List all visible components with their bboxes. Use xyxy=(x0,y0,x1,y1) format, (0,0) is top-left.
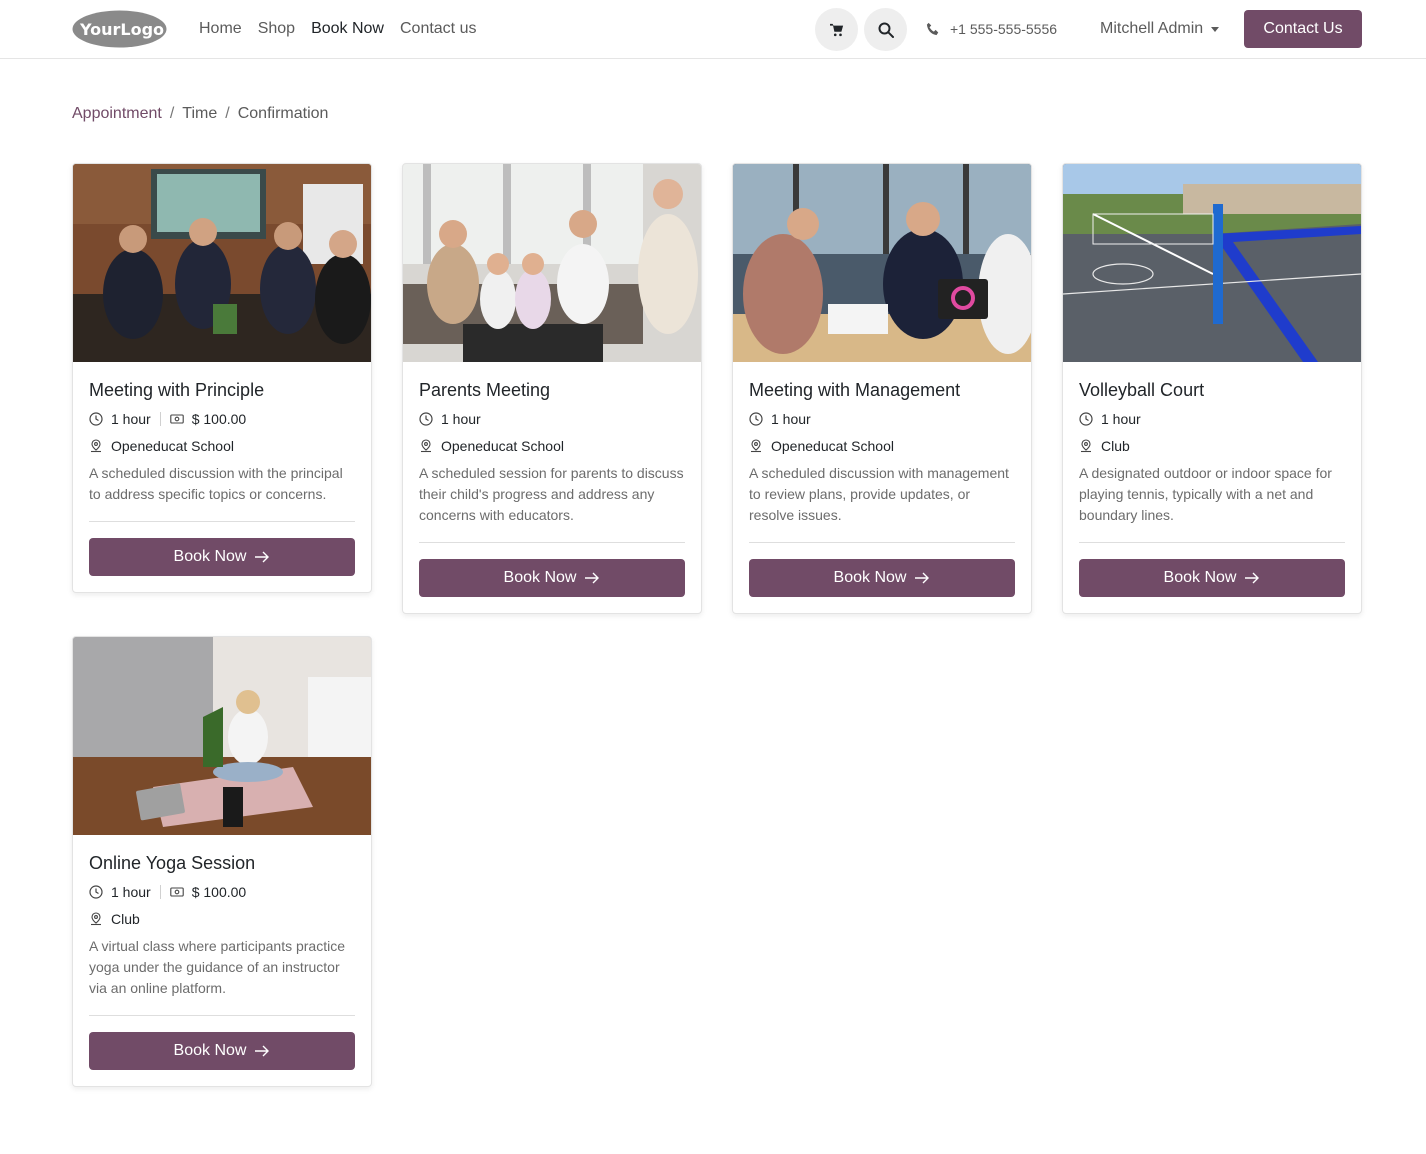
duration-row: 1 hour xyxy=(1079,409,1345,429)
book-now-label: Book Now xyxy=(503,569,577,586)
location-icon xyxy=(421,439,431,453)
location: Club xyxy=(1101,438,1130,454)
user-name: Mitchell Admin xyxy=(1100,20,1204,37)
nav-book-now[interactable]: Book Now xyxy=(311,19,384,39)
location-icon xyxy=(91,439,101,453)
location: Club xyxy=(111,911,140,927)
duration-row: 1 hour xyxy=(419,409,685,429)
location: Openeducat School xyxy=(111,438,234,454)
nav-shop[interactable]: Shop xyxy=(258,19,295,39)
site-header: YourLogo Home Shop Book Now Contact us +… xyxy=(0,0,1426,59)
parents-meeting-photo xyxy=(403,164,701,362)
duration-price-row: 1 hour $ 100.00 xyxy=(89,409,355,429)
user-menu[interactable]: Mitchell Admin xyxy=(1100,19,1220,39)
duration-price-row: 1 hour $ 100.00 xyxy=(89,882,355,902)
arrow-right-icon xyxy=(255,551,270,563)
book-now-label: Book Now xyxy=(173,1042,247,1059)
card-title: Parents Meeting xyxy=(419,380,551,400)
logo-text: YourLogo xyxy=(79,20,164,39)
appointment-card: Volleyball Court 1 hour Club A designate… xyxy=(1062,163,1362,614)
clock-icon xyxy=(89,412,103,426)
card-description: A virtual class where participants pract… xyxy=(89,936,355,1016)
chevron-down-icon xyxy=(1211,26,1220,32)
arrow-right-icon xyxy=(915,572,930,584)
money-icon xyxy=(169,414,184,424)
location: Openeducat School xyxy=(441,438,564,454)
cart-icon xyxy=(829,23,843,36)
location-row: Club xyxy=(89,909,355,929)
price: $ 100.00 xyxy=(191,411,247,427)
location-icon xyxy=(751,439,761,453)
clock-icon xyxy=(89,885,103,899)
meeting-photo xyxy=(73,164,371,362)
breadcrumb-confirmation: Confirmation xyxy=(237,105,329,122)
location-row: Openeducat School xyxy=(419,436,685,456)
arrow-right-icon xyxy=(255,1045,270,1057)
contact-us-button[interactable]: Contact Us xyxy=(1244,10,1362,48)
search-button[interactable] xyxy=(864,8,907,51)
divider xyxy=(159,412,161,426)
appointment-card: Online Yoga Session 1 hour $ 100.00 Club… xyxy=(72,636,372,1087)
duration: 1 hour xyxy=(441,411,481,427)
duration: 1 hour xyxy=(1101,411,1141,427)
phone-icon xyxy=(926,22,939,36)
appointment-card: Parents Meeting 1 hour Openeducat School… xyxy=(402,163,702,614)
duration: 1 hour xyxy=(771,411,811,427)
card-description: A scheduled discussion with management t… xyxy=(749,463,1015,543)
duration: 1 hour xyxy=(111,411,151,427)
location-row: Openeducat School xyxy=(749,436,1015,456)
book-now-button[interactable]: Book Now xyxy=(89,538,355,576)
cart-button[interactable] xyxy=(815,8,858,51)
book-now-button[interactable]: Book Now xyxy=(419,559,685,597)
book-now-button[interactable]: Book Now xyxy=(749,559,1015,597)
card-title: Meeting with Management xyxy=(749,380,961,400)
clock-icon xyxy=(1079,412,1093,426)
breadcrumb-time: Time xyxy=(182,105,218,122)
money-icon xyxy=(169,887,184,897)
appointment-card: Meeting with Management 1 hour Openeduca… xyxy=(732,163,1032,614)
main-nav: Home Shop Book Now Contact us xyxy=(199,19,476,39)
location-icon xyxy=(91,912,101,926)
book-now-button[interactable]: Book Now xyxy=(1079,559,1345,597)
breadcrumb-separator: / xyxy=(225,105,230,122)
breadcrumb-appointment[interactable]: Appointment xyxy=(72,104,162,124)
location-row: Openeducat School xyxy=(89,436,355,456)
duration-row: 1 hour xyxy=(749,409,1015,429)
phone-contact[interactable]: +1 555-555-5556 xyxy=(926,19,1057,39)
book-now-label: Book Now xyxy=(173,548,247,565)
card-title: Meeting with Principle xyxy=(89,380,265,400)
location-icon xyxy=(1081,439,1091,453)
card-description: A scheduled session for parents to discu… xyxy=(419,463,685,543)
book-now-label: Book Now xyxy=(833,569,907,586)
arrow-right-icon xyxy=(1245,572,1260,584)
yoga-session-photo xyxy=(73,637,371,835)
breadcrumb: Appointment / Time / Confirmation xyxy=(72,104,328,124)
card-description: A designated outdoor or indoor space for… xyxy=(1079,463,1345,543)
price: $ 100.00 xyxy=(191,884,247,900)
location-row: Club xyxy=(1079,436,1345,456)
book-now-button[interactable]: Book Now xyxy=(89,1032,355,1070)
card-title: Online Yoga Session xyxy=(89,853,256,873)
search-icon xyxy=(878,22,894,38)
nav-contact-us[interactable]: Contact us xyxy=(400,19,476,39)
nav-home[interactable]: Home xyxy=(199,19,242,39)
divider xyxy=(159,885,161,899)
card-description: A scheduled discussion with the principa… xyxy=(89,463,355,522)
clock-icon xyxy=(749,412,763,426)
card-title: Volleyball Court xyxy=(1079,380,1205,400)
location: Openeducat School xyxy=(771,438,894,454)
arrow-right-icon xyxy=(585,572,600,584)
appointment-card: Meeting with Principle 1 hour $ 100.00 O… xyxy=(72,163,372,593)
volleyball-court-photo xyxy=(1063,164,1361,362)
clock-icon xyxy=(419,412,433,426)
logo[interactable]: YourLogo xyxy=(72,10,167,48)
breadcrumb-separator: / xyxy=(169,105,175,122)
duration: 1 hour xyxy=(111,884,151,900)
book-now-label: Book Now xyxy=(1163,569,1237,586)
management-meeting-photo xyxy=(733,164,1031,362)
phone-number: +1 555-555-5556 xyxy=(950,21,1058,37)
